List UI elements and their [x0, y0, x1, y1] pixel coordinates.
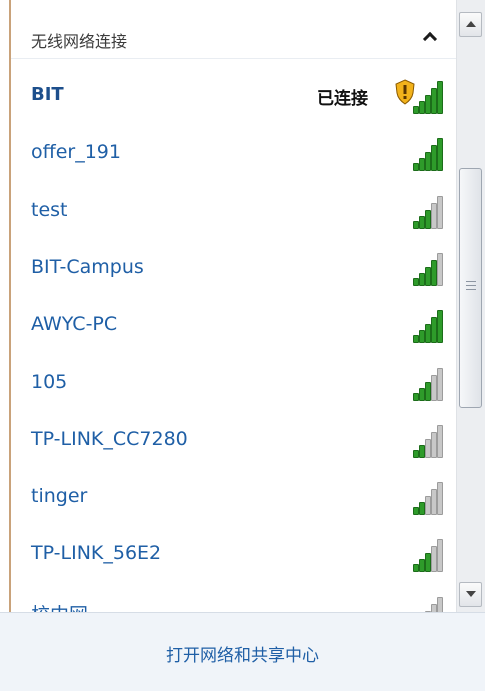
open-network-sharing-center-link[interactable]: 打开网络和共享中心 [0, 641, 485, 666]
signal-strength-icon [393, 424, 443, 458]
signal-bar [437, 310, 443, 343]
section-title: 无线网络连接 [31, 32, 128, 51]
network-item[interactable]: BIT-Campus [11, 242, 456, 298]
network-item[interactable]: TP-LINK_56E2 [11, 528, 456, 584]
signal-bar [437, 368, 443, 401]
network-name: AWYC-PC [31, 313, 118, 335]
network-item[interactable]: BIT 已连接 [11, 70, 456, 126]
network-name: tinger [31, 485, 88, 507]
network-name: 105 [31, 371, 68, 393]
network-item[interactable]: 105 [11, 357, 456, 413]
network-name: TP-LINK_CC7280 [31, 428, 188, 450]
signal-strength-icon [393, 309, 443, 343]
signal-bar [437, 196, 443, 229]
network-item[interactable]: offer_191 [11, 127, 456, 183]
signal-bar [437, 539, 443, 572]
section-header: 无线网络连接 [11, 18, 456, 59]
signal-bar [437, 253, 443, 286]
network-item[interactable]: tinger [11, 471, 456, 527]
network-name: 校中网 [31, 600, 88, 612]
chevron-up-icon[interactable] [419, 28, 441, 50]
signal-strength-icon [393, 538, 443, 572]
signal-strength-icon [393, 596, 443, 612]
scroll-thumb[interactable] [459, 168, 482, 408]
signal-strength-icon [393, 367, 443, 401]
network-name: offer_191 [31, 141, 121, 163]
wireless-network-panel: 无线网络连接 BIT 已连接 offer_191test BIT-Campus AWYC… [0, 0, 485, 691]
scroll-up-button[interactable] [459, 12, 482, 37]
network-list: 无线网络连接 BIT 已连接 offer_191test BIT-Campus AWYC… [11, 0, 456, 612]
network-item[interactable]: 校中网 [11, 586, 456, 612]
signal-strength-icon [393, 80, 443, 114]
network-name: BIT [31, 84, 64, 105]
network-item[interactable]: AWYC-PC [11, 299, 456, 355]
connected-status: 已连接 [317, 89, 368, 109]
network-name: BIT-Campus [31, 256, 144, 278]
signal-bar [437, 138, 443, 171]
network-name: test [31, 199, 68, 221]
network-item[interactable]: test [11, 185, 456, 241]
signal-bar [437, 81, 443, 114]
scroll-down-button[interactable] [459, 582, 482, 607]
signal-strength-icon [393, 252, 443, 286]
network-item[interactable]: TP-LINK_CC7280 [11, 414, 456, 470]
signal-strength-icon [393, 481, 443, 515]
signal-bar [437, 482, 443, 515]
network-name: TP-LINK_56E2 [31, 542, 162, 564]
signal-bar [437, 425, 443, 458]
scrollbar[interactable] [456, 0, 485, 612]
signal-strength-icon [393, 137, 443, 171]
signal-bar [437, 597, 443, 612]
signal-strength-icon [393, 195, 443, 229]
grip-icon [466, 281, 476, 293]
footer: 打开网络和共享中心 [0, 612, 485, 691]
